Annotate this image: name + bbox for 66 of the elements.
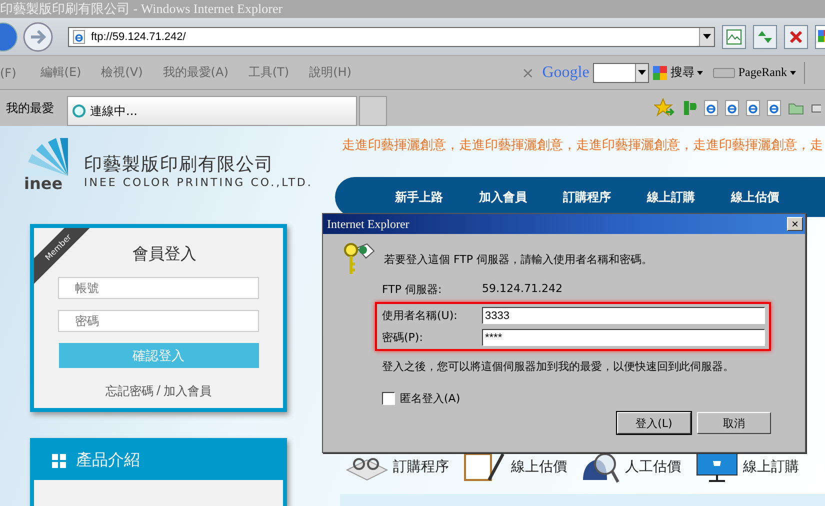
join-member-link[interactable]: 加入會員 xyxy=(164,383,212,400)
caret-icon xyxy=(638,70,646,75)
compatibility-view-button[interactable] xyxy=(722,24,746,48)
field-label: 密碼(P): xyxy=(382,330,424,345)
input-field[interactable]: 帳號 xyxy=(58,277,259,300)
nav-link[interactable]: 加入會員 xyxy=(479,188,527,206)
caret-icon xyxy=(703,34,711,39)
refresh-button[interactable] xyxy=(753,24,777,48)
nav-link[interactable]: 新手上路 xyxy=(395,188,443,206)
logo-wordmark: inee xyxy=(24,176,64,194)
nav-link[interactable]: 訂購程序 xyxy=(563,188,611,206)
input-field[interactable]: 密碼 xyxy=(58,310,259,332)
google-icon[interactable] xyxy=(815,24,825,48)
products-title: 產品介紹 xyxy=(76,450,140,472)
field-label: 使用者名稱(U): xyxy=(382,308,458,323)
url-text: ftp://59.124.71.242/ xyxy=(91,30,187,42)
close-button[interactable]: × xyxy=(787,217,803,231)
star-add-icon[interactable] xyxy=(654,98,676,118)
ie-page-icon xyxy=(73,30,85,44)
caret-icon xyxy=(790,70,796,74)
google-icon xyxy=(653,66,668,80)
window-title: 印藝製版印刷有限公司 - Windows Internet Explorer xyxy=(0,0,283,18)
ie-page-icon[interactable] xyxy=(725,100,739,116)
service-link[interactable]: 線上估價 xyxy=(511,458,567,476)
forgot-password-link[interactable]: 忘記密碼 xyxy=(105,383,154,400)
clipboard-pen-icon[interactable] xyxy=(463,452,507,482)
google-logo: Google xyxy=(542,64,590,82)
dialog-title: Internet Explorer xyxy=(327,216,410,232)
separator-text: / xyxy=(156,383,161,400)
service-link[interactable]: 線上訂購 xyxy=(743,458,799,476)
dialog-button[interactable]: 登入(L) xyxy=(617,412,691,434)
back-button[interactable] xyxy=(0,22,18,52)
caret-icon xyxy=(697,70,704,74)
address-field[interactable]: ftp://59.124.71.242/ xyxy=(68,26,715,46)
dialog-button[interactable]: 取消 xyxy=(697,412,771,434)
service-link[interactable]: 訂購程序 xyxy=(393,458,449,476)
loading-icon xyxy=(72,104,86,118)
server-label: FTP 伺服器: xyxy=(382,282,443,297)
tagline-marquee: 走進印藝揮灑創意，走進印藝揮灑創意，走進印藝揮灑創意，走進印藝揮灑創意，走 xyxy=(342,137,824,154)
key-globe-icon xyxy=(343,242,375,276)
login-title: 會員登入 xyxy=(132,244,196,266)
checkbox-label[interactable]: 匿名登入(A) xyxy=(400,391,460,406)
browser-tab[interactable]: 連線中... xyxy=(67,96,357,126)
favorites-label[interactable]: 我的最愛 xyxy=(0,100,54,116)
server-address: 59.124.71.242 xyxy=(482,282,564,297)
ie-page-icon[interactable] xyxy=(704,100,718,116)
checkbox[interactable] xyxy=(382,392,395,405)
nav-link[interactable]: 線上估價 xyxy=(731,188,779,206)
ie-page-icon[interactable] xyxy=(746,100,760,116)
google-search-button[interactable]: 搜尋 xyxy=(653,64,704,81)
forward-button[interactable] xyxy=(22,20,54,52)
company-name: 印藝製版印刷有限公司 xyxy=(84,153,275,176)
grid-icon xyxy=(52,454,66,468)
address-dropdown-button[interactable] xyxy=(699,28,714,46)
ie-page-icon[interactable] xyxy=(767,100,781,116)
cart-monitor-icon[interactable] xyxy=(695,451,739,483)
stop-button[interactable] xyxy=(784,24,808,48)
company-english-name: INEE COLOR PRINTING CO.,LTD. xyxy=(84,176,314,192)
google-search-field[interactable] xyxy=(593,62,650,82)
nav-link[interactable]: 線上訂購 xyxy=(647,188,695,206)
service-link[interactable]: 人工估價 xyxy=(625,458,681,476)
input-field[interactable]: **** xyxy=(482,329,765,346)
dialog-note: 登入之後，您可以將這個伺服器加到我的最愛，以便快速回到此伺服器。 xyxy=(382,359,735,374)
pagerank-button[interactable]: PageRank xyxy=(713,65,796,80)
dialog-message: 若要登入這個 FTP 伺服器，請輸入使用者名稱和密碼。 xyxy=(384,252,652,266)
input-field[interactable]: 3333 xyxy=(482,307,765,324)
